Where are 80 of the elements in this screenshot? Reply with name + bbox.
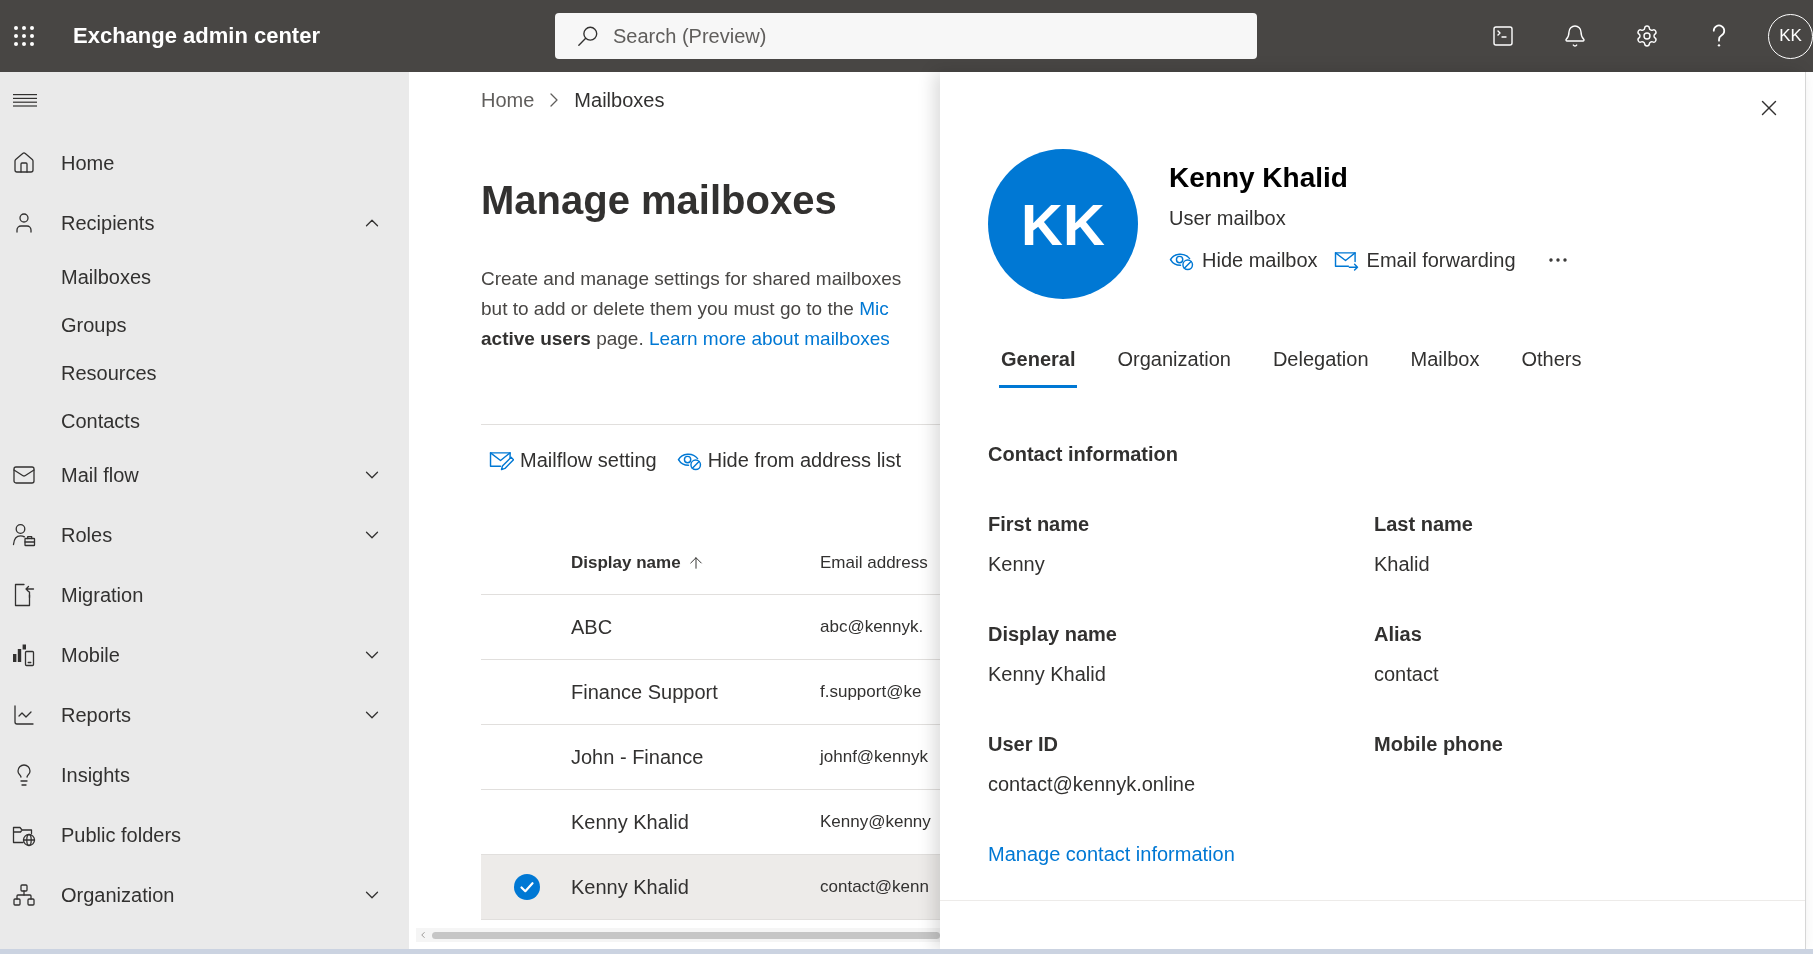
envelope-icon <box>12 463 36 487</box>
tab[interactable]: Others <box>1519 334 1584 388</box>
tab[interactable]: Delegation <box>1270 334 1371 388</box>
nav-subitem[interactable]: Contacts <box>0 397 409 445</box>
field-label: Display name <box>988 622 1117 647</box>
table-cell-text: Finance Support <box>571 680 719 704</box>
action-button[interactable]: Hide mailbox <box>1169 242 1318 278</box>
nav-subitem[interactable]: Mailboxes <box>0 253 409 301</box>
nav-subitem[interactable]: Groups <box>0 301 409 349</box>
envelope-arrow-icon <box>1333 249 1359 271</box>
field-label: First name <box>988 512 1090 537</box>
table-cell-text: Kenny Khalid <box>571 810 690 834</box>
tab[interactable]: General <box>999 334 1078 388</box>
nav-subitem[interactable]: Resources <box>0 349 409 397</box>
table-cell-text: johnf@kennyk <box>820 747 929 767</box>
app-title: Exchange admin center <box>73 23 321 49</box>
nav-item[interactable]: Recipients <box>0 193 409 253</box>
table-cell-text: Kenny Khalid <box>571 875 690 899</box>
field-label: Alias <box>1374 622 1422 647</box>
scrollbar-thumb[interactable] <box>432 931 940 939</box>
nav-item[interactable]: Insights <box>0 745 409 805</box>
nav-item[interactable]: Roles <box>0 505 409 565</box>
field-value: Khalid <box>1374 552 1430 577</box>
settings-icon[interactable] <box>1635 24 1659 48</box>
table-cell-text: ABC <box>571 615 614 639</box>
nav-item[interactable]: Home <box>0 133 409 193</box>
terminal-icon[interactable] <box>1491 24 1515 48</box>
field-label: Mobile phone <box>1374 732 1503 757</box>
document-arrow-icon <box>12 583 36 607</box>
nav-item[interactable]: Organization <box>0 865 409 925</box>
waffle-icon[interactable] <box>14 26 34 46</box>
chevron-right-icon <box>550 93 559 107</box>
bell-icon[interactable] <box>1563 24 1587 48</box>
breadcrumb-current: Mailboxes <box>574 88 665 113</box>
breadcrumb-link[interactable]: Home <box>481 86 535 114</box>
toolbar-button[interactable]: Hide from address list <box>668 440 910 480</box>
nav-item[interactable]: Reports <box>0 685 409 745</box>
field-label: User ID <box>988 732 1059 757</box>
table-cell-text: Kenny@kenny <box>820 812 932 832</box>
hamburger-menu-icon[interactable] <box>13 93 37 107</box>
envelope-pencil-icon <box>489 449 514 471</box>
section-title: Contact information <box>988 442 1178 467</box>
toolbar-button[interactable]: Mailflow setting <box>481 440 665 480</box>
description-text: Create and manage settings for shared mailboxes but to add or delete them you must go to the Mic active users page. Learn more about mailboxes <box>481 267 903 351</box>
org-chart-icon <box>12 883 36 907</box>
page-title: Manage mailboxes <box>481 177 838 224</box>
person-name: Kenny Khalid <box>1169 161 1349 195</box>
nav-item[interactable]: Mail flow <box>0 445 409 505</box>
table-row[interactable]: Kenny Khalid contact@kenn <box>481 855 940 920</box>
person-briefcase-icon <box>12 523 36 547</box>
manage-contact-link[interactable]: Manage contact information <box>988 840 1235 868</box>
check-circle-icon[interactable] <box>514 874 540 900</box>
nav-item[interactable]: Migration <box>0 565 409 625</box>
home-icon <box>12 151 36 175</box>
table-cell-text: contact@kenn <box>820 877 930 897</box>
avatar: KK <box>988 149 1138 299</box>
field-value: contact <box>1374 662 1439 687</box>
tab[interactable]: Organization <box>1115 334 1233 388</box>
admin-center-link[interactable]: Mic <box>859 298 889 319</box>
column-header[interactable]: Display name <box>571 552 705 573</box>
nav-item[interactable]: Public folders <box>0 805 409 865</box>
tab[interactable]: Mailbox <box>1408 334 1482 388</box>
help-icon[interactable] <box>1712 24 1726 48</box>
mailbox-type: User mailbox <box>1169 206 1287 231</box>
field-value: Kenny Khalid <box>988 662 1106 687</box>
field-label: Last name <box>1374 512 1473 537</box>
search-icon <box>577 25 599 47</box>
nav-item[interactable]: Mobile <box>0 625 409 685</box>
learn-more-link[interactable]: Learn more about mailboxes <box>648 328 890 349</box>
line-chart-icon <box>12 703 36 727</box>
column-header[interactable]: Email address <box>820 552 928 573</box>
action-button[interactable]: Email forwarding <box>1333 242 1516 278</box>
field-value: Kenny <box>988 552 1045 577</box>
scrollbar-track[interactable] <box>416 928 940 942</box>
table-cell-text: abc@kennyk. <box>820 617 925 637</box>
search-field[interactable]: Search (Preview) <box>555 13 1257 59</box>
field-value: contact@kennyk.online <box>988 772 1196 797</box>
table-cell-text: John - Finance <box>571 745 705 769</box>
phone-chart-icon <box>12 643 36 667</box>
table-cell-text: f.support@ke <box>820 682 923 702</box>
